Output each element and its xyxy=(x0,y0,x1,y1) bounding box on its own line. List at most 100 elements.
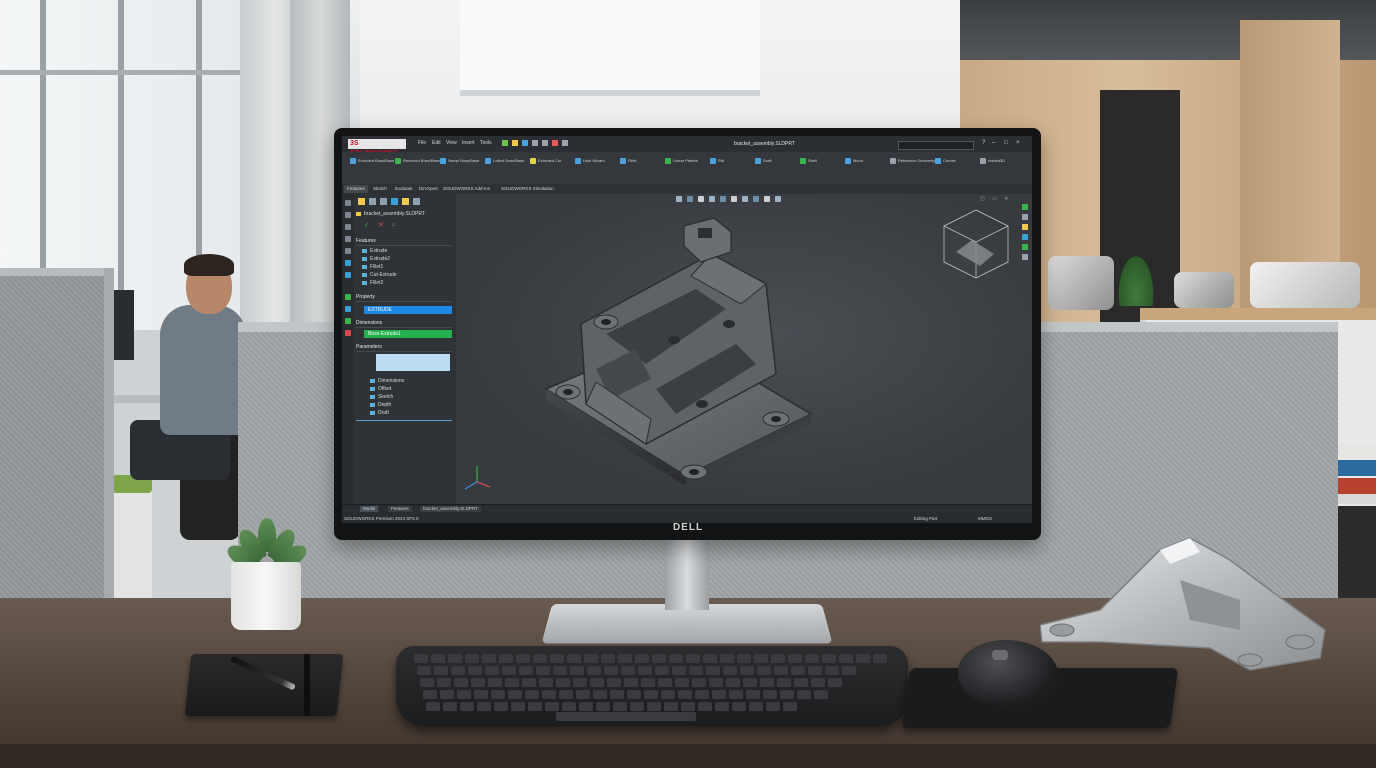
save-icon[interactable] xyxy=(522,140,528,146)
close-icon[interactable]: × xyxy=(1016,140,1022,146)
configuration-tab-icon[interactable] xyxy=(345,224,351,230)
propertymanager-tab-icon[interactable] xyxy=(345,212,351,218)
parameter-input-box[interactable] xyxy=(376,354,450,371)
green-status-icon[interactable] xyxy=(345,294,351,300)
menu-insert[interactable]: Insert xyxy=(462,140,475,146)
zoom-fit-icon[interactable] xyxy=(676,196,682,202)
list-icon[interactable] xyxy=(369,198,376,205)
menu-tools[interactable]: Tools xyxy=(480,140,492,146)
rotate-icon[interactable] xyxy=(698,196,704,202)
pushpin-icon[interactable]: ⌂ xyxy=(392,222,396,229)
hide-show-icon[interactable] xyxy=(742,196,748,202)
config-icon[interactable] xyxy=(380,198,387,205)
part-name-row[interactable]: bracket_assembly.SLDPRT xyxy=(356,211,425,217)
cad-bracket-model[interactable] xyxy=(526,214,826,484)
featuremanager-tab-icon[interactable] xyxy=(345,200,351,206)
undo-icon[interactable] xyxy=(542,140,548,146)
ribbon-button[interactable]: Linear Pattern xyxy=(663,154,705,182)
ribbon-button[interactable]: Swept Boss/Base xyxy=(438,154,480,182)
cancel-x-icon[interactable]: ✕ xyxy=(378,222,384,229)
ribbon-button[interactable]: Lofted Boss/Base xyxy=(483,154,525,182)
new-icon[interactable] xyxy=(502,140,508,146)
expand-icon[interactable] xyxy=(413,198,420,205)
ribbon-button[interactable]: Rib xyxy=(708,154,750,182)
blue-status-icon[interactable] xyxy=(345,306,351,312)
custom-properties-tab-icon[interactable] xyxy=(1022,254,1028,260)
dimensions-field[interactable]: Boss-Extrude1 xyxy=(364,330,452,338)
appearances-tab-icon[interactable] xyxy=(1022,244,1028,250)
ribbon-button[interactable]: Instant3D xyxy=(978,154,1020,182)
menu-edit[interactable]: Edit xyxy=(432,140,441,146)
help-icon[interactable]: ? xyxy=(982,140,988,146)
sensors-tab-icon[interactable] xyxy=(345,272,351,278)
param-item-sketch[interactable]: Sketch xyxy=(370,394,393,400)
design-library-tab-icon[interactable] xyxy=(1022,214,1028,220)
parameters-section-header[interactable]: Parameters xyxy=(356,344,452,352)
menu-view[interactable]: View xyxy=(446,140,457,146)
property-field[interactable]: EXTRUDE xyxy=(364,306,452,314)
appearance-tab-icon[interactable] xyxy=(345,260,351,266)
search-commands-input[interactable] xyxy=(898,141,974,150)
viewport-window-controls[interactable]: ◫ ▭ ✕ xyxy=(980,196,1028,202)
param-item-draft[interactable]: Draft xyxy=(370,410,389,416)
target-icon[interactable] xyxy=(391,198,398,205)
tab-motion[interactable]: Features xyxy=(388,506,412,512)
param-item-depth[interactable]: Depth xyxy=(370,402,391,408)
ribbon-button[interactable]: Hole Wizard xyxy=(573,154,615,182)
open-icon[interactable] xyxy=(512,140,518,146)
tab-dimxpert[interactable]: DimXpert xyxy=(416,185,441,193)
section-view-icon[interactable] xyxy=(709,196,715,202)
ribbon-button[interactable]: Fillet xyxy=(618,154,660,182)
tree-item-extrude2[interactable]: Extrude2 xyxy=(362,256,390,262)
maximize-icon[interactable]: □ xyxy=(1004,140,1010,146)
tab-evaluate[interactable]: Evaluate xyxy=(392,185,416,193)
display-tab-icon[interactable] xyxy=(345,248,351,254)
menu-file[interactable]: File xyxy=(418,140,426,146)
ribbon-button[interactable]: Reference Geometry xyxy=(888,154,935,182)
ribbon-button[interactable]: Curves xyxy=(933,154,975,182)
view-cube[interactable] xyxy=(936,204,1016,284)
rebuild-icon[interactable] xyxy=(552,140,558,146)
zoom-area-icon[interactable] xyxy=(687,196,693,202)
tab-features[interactable]: Features xyxy=(344,185,368,193)
ok-check-icon[interactable]: ✓ xyxy=(364,222,370,229)
display-style-icon[interactable] xyxy=(731,196,737,202)
tab-simulation[interactable]: SOLIDWORKS Simulation xyxy=(498,185,557,193)
ribbon-button[interactable]: Revolved Boss/Base xyxy=(393,154,440,182)
file-explorer-tab-icon[interactable] xyxy=(1022,224,1028,230)
view-palette-tab-icon[interactable] xyxy=(1022,234,1028,240)
ribbon-button[interactable]: Extruded Boss/Base xyxy=(348,154,394,182)
param-item-dimensions[interactable]: Dimensions xyxy=(370,378,404,384)
dimxpert-tab-icon[interactable] xyxy=(345,236,351,242)
ribbon-button[interactable]: Draft xyxy=(753,154,795,182)
dimensions-section-header[interactable]: Dimensions xyxy=(356,320,452,328)
appearance-icon[interactable] xyxy=(753,196,759,202)
features-section-header[interactable]: Features xyxy=(356,238,452,246)
check-status-icon[interactable] xyxy=(345,318,351,324)
units-indicator[interactable]: MMGS xyxy=(978,516,992,521)
view-orientation-icon[interactable] xyxy=(720,196,726,202)
tree-item-cut-extrude[interactable]: Cut-Extrude xyxy=(362,272,397,278)
tab-addins[interactable]: SOLIDWORKS Add-Ins xyxy=(440,185,493,193)
ribbon-button[interactable]: Extruded Cut xyxy=(528,154,570,182)
view-settings-icon[interactable] xyxy=(775,196,781,202)
tab-document[interactable]: bracket_assembly.SLDPRT xyxy=(420,506,481,512)
tree-item-extrude[interactable]: Extrude xyxy=(362,248,387,254)
options-icon[interactable] xyxy=(562,140,568,146)
resources-tab-icon[interactable] xyxy=(1022,204,1028,210)
graphics-viewport[interactable]: ◫ ▭ ✕ xyxy=(456,194,1032,504)
param-item-offset[interactable]: Offset xyxy=(370,386,391,392)
ribbon-button[interactable]: Shell xyxy=(798,154,840,182)
tab-model[interactable]: Model xyxy=(360,506,379,512)
minimize-icon[interactable]: – xyxy=(992,140,998,146)
tree-item-fillet2[interactable]: Fillet2 xyxy=(362,280,383,286)
tab-sketch[interactable]: Sketch xyxy=(370,185,390,193)
property-section-header[interactable]: Property xyxy=(356,294,452,302)
ribbon-button[interactable]: Mirror xyxy=(843,154,885,182)
appearance-icon[interactable] xyxy=(402,198,409,205)
folder-icon[interactable] xyxy=(358,198,365,205)
error-status-icon[interactable] xyxy=(345,330,351,336)
print-icon[interactable] xyxy=(532,140,538,146)
scene-icon[interactable] xyxy=(764,196,770,202)
tree-item-fillet1[interactable]: Fillet1 xyxy=(362,264,383,270)
